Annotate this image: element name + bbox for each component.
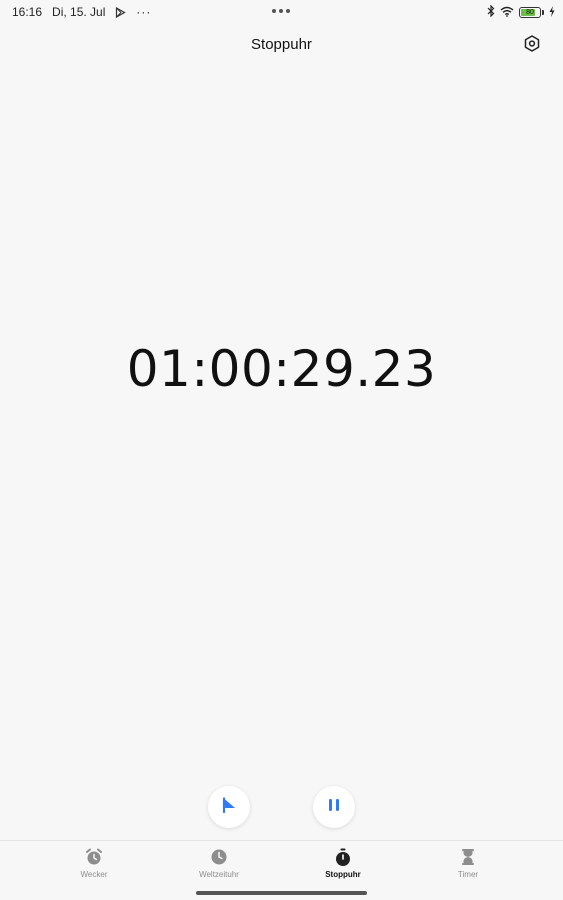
bottom-nav: Wecker Weltzeituhr Stoppuhr Timer <box>0 840 563 886</box>
status-date: Di, 15. Jul <box>52 5 106 19</box>
pause-button[interactable] <box>313 786 355 828</box>
pause-icon <box>328 798 340 817</box>
nav-label-weltzeituhr: Weltzeituhr <box>199 870 239 879</box>
hourglass-icon <box>460 847 476 867</box>
stopwatch-icon <box>334 847 352 867</box>
battery-tip <box>542 10 544 15</box>
elapsed-time: 01:00:29.23 <box>126 340 437 398</box>
stopwatch-screen: 16:16 Di, 15. Jul ··· 80 Stoppuhr 01:00:… <box>0 0 563 900</box>
status-bar: 16:16 Di, 15. Jul ··· 80 <box>0 0 563 24</box>
status-time: 16:16 <box>12 5 43 19</box>
status-right: 80 <box>487 4 555 20</box>
clock-icon <box>210 847 228 867</box>
alarm-clock-icon <box>85 847 103 867</box>
nav-label-stoppuhr: Stoppuhr <box>325 870 361 879</box>
status-left: 16:16 Di, 15. Jul ··· <box>12 5 151 19</box>
nav-item-wecker[interactable]: Wecker <box>54 847 134 879</box>
nav-item-timer[interactable]: Timer <box>428 847 508 879</box>
home-indicator[interactable] <box>196 891 367 895</box>
multitask-dots-icon[interactable] <box>272 9 290 13</box>
nav-item-stoppuhr[interactable]: Stoppuhr <box>303 847 383 879</box>
charging-icon <box>549 5 555 20</box>
nav-label-wecker: Wecker <box>80 870 108 879</box>
settings-button[interactable] <box>521 35 543 57</box>
settings-hexagon-icon <box>524 35 540 57</box>
wifi-icon <box>500 6 514 20</box>
battery-level: 80 <box>526 9 534 16</box>
battery-icon: 80 <box>519 7 541 18</box>
nav-label-timer: Timer <box>457 870 479 879</box>
flag-icon <box>222 796 236 818</box>
bluetooth-icon <box>487 4 495 20</box>
header: Stoppuhr <box>0 30 563 60</box>
notification-more-icon: ··· <box>136 5 152 19</box>
lap-button[interactable] <box>208 786 250 828</box>
play-store-icon <box>115 6 127 18</box>
nav-item-weltzeituhr[interactable]: Weltzeituhr <box>179 847 259 879</box>
page-title: Stoppuhr <box>251 36 312 53</box>
